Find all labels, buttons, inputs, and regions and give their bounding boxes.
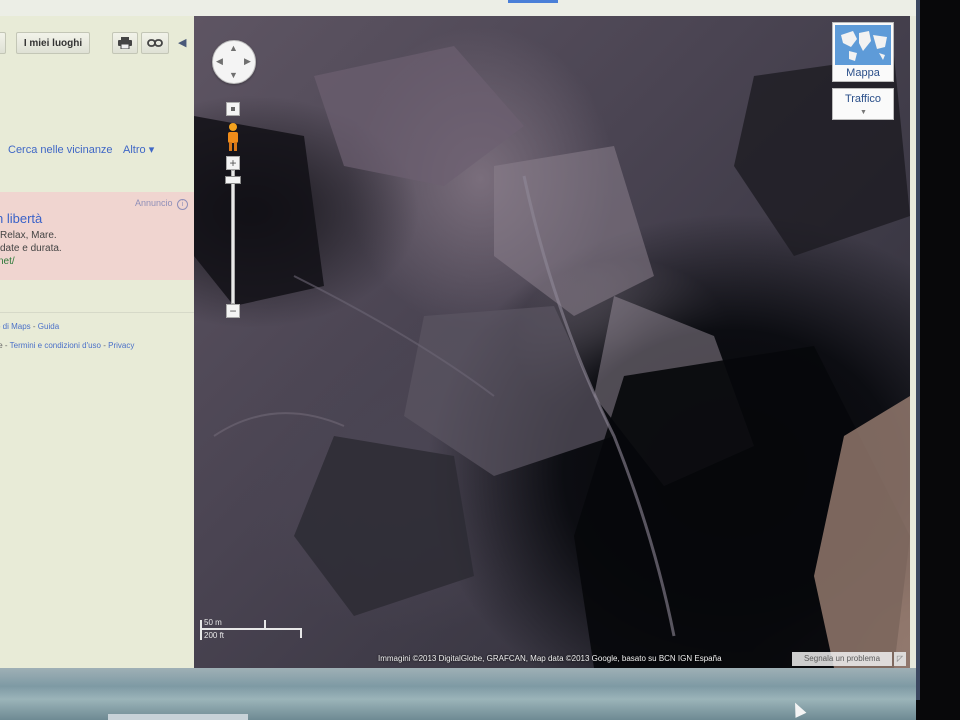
pan-left-icon[interactable]: ◀ xyxy=(216,57,223,66)
more-dropdown-link[interactable]: Altro ▾ xyxy=(123,144,154,156)
guide-link[interactable]: Guida xyxy=(38,322,59,331)
link-icon xyxy=(147,39,163,47)
zoom-out-button[interactable]: − xyxy=(226,304,240,318)
terms-link[interactable]: Termini e condizioni d'uso xyxy=(10,341,101,350)
collapse-panel-button[interactable]: ◀ xyxy=(178,36,186,49)
map-type-label: Mappa xyxy=(846,67,880,79)
scale-metric-label: 50 m xyxy=(204,618,222,627)
monitor-bezel xyxy=(916,0,960,720)
browser-screen: I miei luoghi ◀ Cerca nelle vicinanze Al… xyxy=(0,0,916,668)
pan-down-icon[interactable]: ▼ xyxy=(229,71,238,80)
ad-title-link[interactable]: n libertà xyxy=(0,211,42,226)
scale-line xyxy=(200,628,302,630)
zoom-in-button[interactable]: + xyxy=(226,156,240,170)
zoom-slider-handle[interactable] xyxy=(225,176,241,184)
maps-footer-link[interactable]: o di Maps xyxy=(0,322,31,331)
footer-links-row-2: gle - Termini e condizioni d'uso - Priva… xyxy=(0,341,134,350)
top-strip xyxy=(0,0,916,16)
zoom-slider-track[interactable] xyxy=(231,170,235,304)
chevron-down-icon: ▼ xyxy=(860,109,867,116)
scale-tick xyxy=(264,620,266,629)
traffic-layer-button[interactable]: Traffico ▼ xyxy=(832,88,894,120)
footer-links-row-1: o di Maps - Guida xyxy=(0,322,59,331)
map-type-button[interactable]: Mappa xyxy=(832,22,894,82)
map-attribution: Immagini ©2013 DigitalGlobe, GRAFCAN, Ma… xyxy=(378,654,722,663)
scale-bar: 50 m 200 ft xyxy=(200,616,304,642)
pan-right-icon[interactable]: ▶ xyxy=(244,57,251,66)
ad-text-line: date e durata. xyxy=(0,243,62,254)
left-panel: I miei luoghi ◀ Cerca nelle vicinanze Al… xyxy=(0,16,194,668)
ad-url[interactable]: net/ xyxy=(0,256,15,267)
satellite-map[interactable]: ▲ ▼ ◀ ▶ + − Mappa Traffico ▼ 50 m 200 ft… xyxy=(194,16,910,668)
print-button[interactable] xyxy=(112,32,138,54)
tab-accent xyxy=(508,0,558,3)
chevron-left-icon: ◀ xyxy=(178,37,187,49)
terrain-imagery xyxy=(194,46,910,668)
printer-icon xyxy=(118,37,132,49)
taskbar-fragment xyxy=(108,714,248,720)
my-places-button[interactable]: I miei luoghi xyxy=(16,32,90,54)
search-links-row: Cerca nelle vicinanze Altro ▾ xyxy=(8,143,162,156)
bezel-edge xyxy=(916,0,920,700)
ad-text-line: Relax, Mare. xyxy=(0,230,57,241)
sponsored-ad[interactable]: Annuncio i n libertà Relax, Mare. date e… xyxy=(0,192,194,280)
privacy-link[interactable]: Privacy xyxy=(108,341,134,350)
world-map-icon xyxy=(835,25,891,65)
desk-background xyxy=(0,668,916,720)
report-problem-link[interactable]: Segnala un problema xyxy=(792,652,892,666)
scale-tick xyxy=(200,620,202,640)
scale-tick xyxy=(300,628,302,638)
nearby-search-link[interactable]: Cerca nelle vicinanze xyxy=(8,144,113,156)
resize-icon[interactable]: ◸ xyxy=(894,652,906,666)
traffic-label: Traffico xyxy=(844,93,882,105)
footer-separator: - xyxy=(30,322,38,331)
scale-imperial-label: 200 ft xyxy=(204,631,225,640)
link-button[interactable] xyxy=(141,32,169,54)
zoom-reset-button[interactable] xyxy=(226,102,240,116)
ad-label: Annuncio i xyxy=(135,198,188,210)
street-view-pegman-icon[interactable] xyxy=(224,122,242,152)
pan-control[interactable]: ▲ ▼ ◀ ▶ xyxy=(212,40,256,84)
toolbar-stub-button[interactable] xyxy=(0,32,6,54)
pan-up-icon[interactable]: ▲ xyxy=(229,44,238,53)
info-icon[interactable]: i xyxy=(177,199,188,210)
panel-divider xyxy=(0,312,194,313)
footer-separator: - xyxy=(2,341,10,350)
